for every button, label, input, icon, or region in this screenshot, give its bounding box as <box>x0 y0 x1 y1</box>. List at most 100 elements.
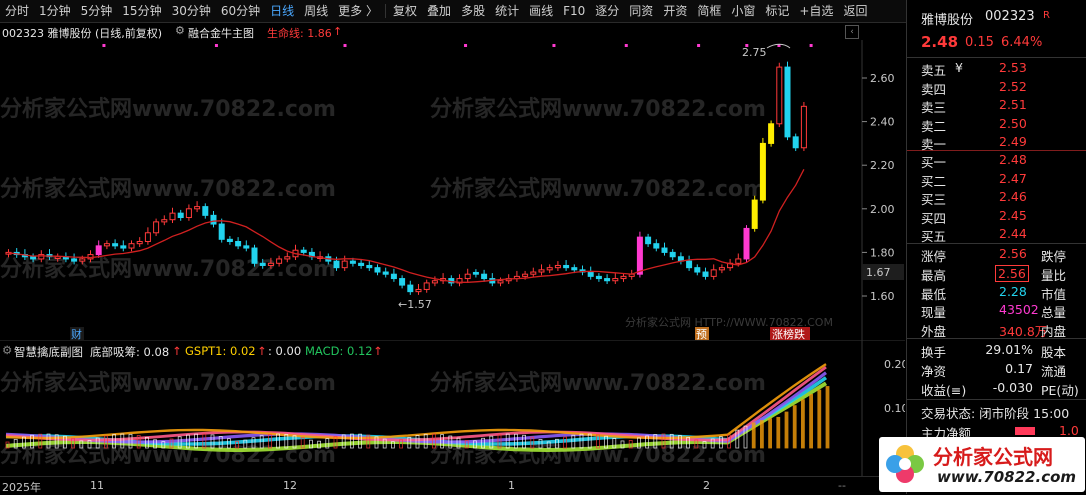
candle-body <box>169 212 176 221</box>
candle-body <box>530 271 537 275</box>
watermark-text: 分析家公式网www.70822.com <box>430 176 766 202</box>
gear-icon[interactable]: ⚙ <box>175 24 185 37</box>
candle-body <box>226 238 233 243</box>
candle-body <box>259 262 266 266</box>
tab-30min[interactable]: 30分钟 <box>167 0 216 22</box>
bid-price: 2.46 <box>999 189 1027 204</box>
stat-row[interactable]: 现量 43502 总量 <box>907 301 1086 320</box>
candle-body <box>235 241 242 247</box>
multi-stock-button[interactable]: 多股 <box>456 0 490 22</box>
stat-label: 现量 <box>921 305 947 321</box>
candle-body <box>407 284 414 293</box>
stat-value: 2.28 <box>999 283 1027 299</box>
marker-cai[interactable]: 财 <box>71 327 82 340</box>
stat-row[interactable]: 最高 2.56 量比 <box>907 264 1086 283</box>
stat2-row[interactable]: 净资 0.17 流通 <box>907 360 1086 379</box>
candle-body <box>481 273 488 280</box>
sub-indicator-chart[interactable]: 分析家公式网www.70822.com 分析家公式网www.70822.com分析… <box>0 340 905 476</box>
watermark-text: 分析家公式网www.70822.com <box>430 370 766 396</box>
candle-body <box>390 273 397 280</box>
indicator-name[interactable]: 融合金牛主图 <box>188 25 254 41</box>
volume-bar <box>760 420 764 449</box>
tab-fenshi[interactable]: 分时 <box>0 0 34 22</box>
zoom-minus-button[interactable]: -- <box>838 479 846 492</box>
main-kline-chart[interactable]: 分析家公式网www.70822.com 分析家公式网www.70822.com 分析… <box>0 40 905 340</box>
stat-row[interactable]: 最低 2.28 市值 <box>907 283 1086 302</box>
bid-row[interactable]: 买四 2.45 <box>907 207 1086 226</box>
candle-body <box>776 66 783 125</box>
volume-bar <box>809 394 813 449</box>
trade-state-row: 交易状态: 闭市阶段 15:00 <box>907 402 1086 421</box>
bid-row[interactable]: 买三 2.46 <box>907 188 1086 207</box>
open-fund-button[interactable]: 开资 <box>658 0 692 22</box>
tab-daily[interactable]: 日线 <box>265 0 299 22</box>
logo-url: www.70822.com <box>937 468 1077 486</box>
add-watchlist-button[interactable]: +自选 <box>794 0 838 22</box>
collapse-icon[interactable]: ‹ <box>845 25 859 39</box>
candle-body <box>554 264 561 269</box>
tab-60min[interactable]: 60分钟 <box>216 0 265 22</box>
candle-body <box>284 256 291 260</box>
stat2-label-2: 流通 <box>1041 364 1067 379</box>
simple-frame-button[interactable]: 简框 <box>692 0 726 22</box>
signal-dot <box>102 44 106 47</box>
x-label-12: 12 <box>283 479 297 492</box>
candle-body <box>423 282 430 290</box>
stat2-row[interactable]: 换手 29.01% 股本 <box>907 341 1086 360</box>
volume-bar <box>751 422 756 449</box>
stat-label: 最高 <box>921 267 947 283</box>
ask-row[interactable]: 卖三 2.51 <box>907 96 1086 115</box>
back-button[interactable]: 返回 <box>838 0 872 22</box>
bid-label: 买四 <box>921 210 947 226</box>
ask-row[interactable]: 卖二 2.50 <box>907 115 1086 134</box>
stat-row[interactable]: 涨停 2.56 跌停 <box>907 245 1086 264</box>
small-window-button[interactable]: 小窗 <box>726 0 760 22</box>
candle-body <box>702 271 709 277</box>
bid-price: 2.47 <box>999 170 1027 186</box>
watermark-text: 分析家公式网www.70822.com <box>0 176 336 202</box>
bid-row[interactable]: 买一 2.48 <box>907 151 1086 170</box>
site-logo: 分析家公式网 www.70822.com <box>879 437 1085 492</box>
watermark-text: 分析家公式网www.70822.com <box>0 96 336 122</box>
tab-15min[interactable]: 15分钟 <box>117 0 166 22</box>
stat2-row[interactable]: 收益(≡) -0.030 PE(动) <box>907 379 1086 398</box>
candle-body <box>218 223 225 240</box>
last-price: 2.48 <box>921 33 959 51</box>
restore-right-button[interactable]: 复权 <box>388 0 422 22</box>
tab-weekly[interactable]: 周线 <box>299 0 333 22</box>
stock-code: 002323 <box>985 9 1035 24</box>
overlay-button[interactable]: 叠加 <box>422 0 456 22</box>
candle-body <box>415 288 422 293</box>
signal-dot <box>343 44 347 47</box>
bid-row[interactable]: 买二 2.47 <box>907 170 1086 189</box>
candle-body <box>382 271 389 275</box>
statistics-button[interactable]: 统计 <box>490 0 524 22</box>
tick-button[interactable]: 逐分 <box>590 0 624 22</box>
ask-label: 卖五 <box>921 63 947 78</box>
tab-more[interactable]: 更多 〉 <box>333 0 383 22</box>
sub-ytick-0: 0.20 <box>884 358 905 371</box>
stat-row[interactable]: 外盘 340.8万 内盘 <box>907 320 1086 339</box>
mark-button[interactable]: 标记 <box>760 0 794 22</box>
time-axis: 2025年 11 12 1 2 -- <box>0 476 905 495</box>
candle-body <box>497 280 504 284</box>
candle-body <box>718 267 725 271</box>
candle-body <box>243 245 250 249</box>
volume-bar <box>784 411 789 449</box>
ask-row[interactable]: 卖五 ¥2.53 <box>907 59 1086 78</box>
candle-body <box>645 236 652 245</box>
bid-price: 2.44 <box>999 226 1027 241</box>
marker-yu[interactable]: 预 <box>696 328 707 340</box>
bid-row[interactable]: 买五 2.44 <box>907 225 1086 244</box>
ask-row[interactable]: 卖四 2.52 <box>907 78 1086 97</box>
candle-body <box>185 208 192 219</box>
signal-dot <box>809 44 813 47</box>
candle-body <box>538 269 545 273</box>
up-arrow-icon: ↑ <box>333 25 343 38</box>
candle-body <box>464 273 471 280</box>
draw-line-button[interactable]: 画线 <box>524 0 558 22</box>
f10-button[interactable]: F10 <box>558 0 590 22</box>
same-fund-button[interactable]: 同资 <box>624 0 658 22</box>
tab-5min[interactable]: 5分钟 <box>76 0 118 22</box>
tab-1min[interactable]: 1分钟 <box>34 0 76 22</box>
